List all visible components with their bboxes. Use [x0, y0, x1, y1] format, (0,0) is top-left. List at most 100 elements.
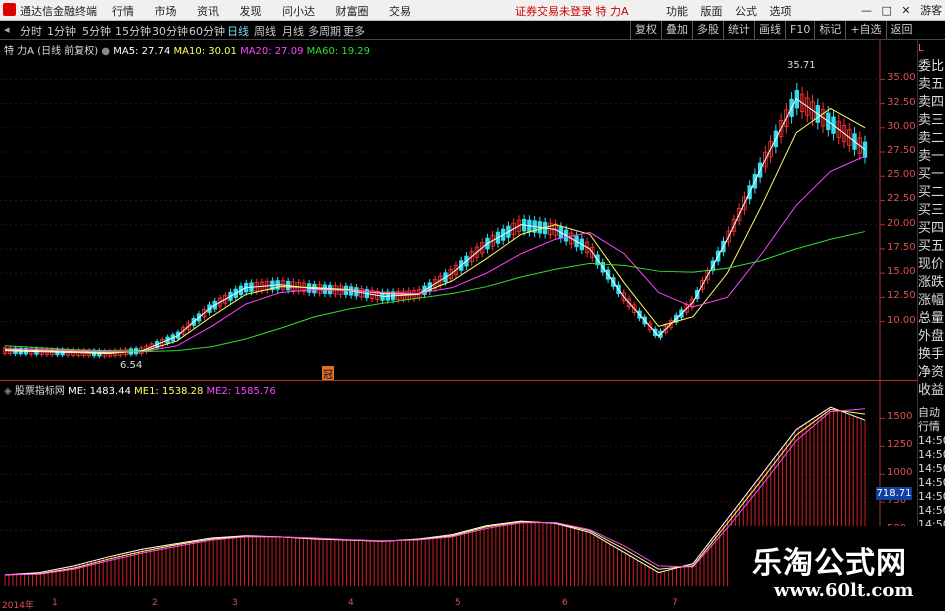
menu-item[interactable]: 公式 [735, 5, 757, 18]
minimize-button[interactable]: — [861, 4, 872, 17]
tick-time-label: 14:50 [918, 504, 945, 517]
quote-field-label[interactable]: 买五 [918, 238, 945, 256]
back-button[interactable]: 返回 [885, 21, 917, 39]
overlay-button[interactable]: 叠加 [661, 21, 692, 39]
guest-user[interactable]: 游客 [920, 4, 942, 17]
price-tick-label: 30.00 [887, 120, 916, 132]
period-tab-bar: ◂ 分时 1分钟 5分钟 15分钟 30分钟 60分钟 日线 周线 月线 多周期… [0, 21, 945, 40]
menu-item[interactable]: 市场 [155, 5, 177, 18]
quote-field-label[interactable]: 换手 [918, 346, 945, 364]
candles [2, 83, 868, 359]
app-logo-icon [3, 3, 16, 16]
quote-field-label[interactable]: 收益 [918, 382, 945, 400]
tick-time-label: 14:50 [918, 448, 945, 461]
menu-item[interactable]: 版面 [701, 5, 723, 18]
quote-field-label[interactable]: 外盘 [918, 328, 945, 346]
date-tick: 5 [455, 598, 461, 608]
quote-field-label[interactable]: 买三 [918, 202, 945, 220]
price-tick-label: 27.50 [887, 145, 916, 157]
price-tick-label: 22.50 [887, 193, 916, 205]
menu-item[interactable]: 资讯 [197, 5, 219, 18]
menu-item[interactable]: 发现 [240, 5, 262, 18]
tick-time-label: 自动 [918, 406, 940, 419]
watermark-url: www.60lt.com [774, 580, 914, 601]
quote-field-label[interactable]: 涨幅 [918, 292, 945, 310]
window-buttons: — □ ✕ 游客 [861, 2, 942, 18]
quote-field-label[interactable]: 买四 [918, 220, 945, 238]
event-marker[interactable]: 冠 [322, 366, 334, 381]
tab-30min[interactable]: 30分钟 [152, 23, 188, 39]
draw-line-button[interactable]: 画线 [754, 21, 785, 39]
menu-item[interactable]: 财富圈 [336, 5, 369, 18]
quote-field-label[interactable]: 总量 [918, 310, 945, 328]
tab-fenshi[interactable]: 分时 [20, 23, 42, 39]
menu-item[interactable]: 交易 [389, 5, 411, 18]
ma-line-ma20 [4, 155, 866, 353]
app-name: 通达信金融终端 [20, 5, 97, 18]
menu-item[interactable]: 功能 [666, 5, 688, 18]
quote-field-label[interactable]: 委比 [918, 58, 945, 76]
price-tick-label: 32.50 [887, 96, 916, 108]
indicator-tick-label: 1250 [887, 439, 913, 451]
add-favorite-button[interactable]: +自选 [845, 21, 885, 39]
quote-side-panel: L 委比 卖五 卖四 卖三 卖二 卖一 买一 买二 买三 买四 买五 现价 涨跌 涨幅 总量 外盘 换手 净资 收益… [917, 40, 945, 609]
menu-item[interactable]: 选项 [770, 5, 792, 18]
quote-field-label[interactable]: 现价 [918, 256, 945, 274]
quote-field-label[interactable]: 净资 [918, 364, 945, 382]
quote-field-label[interactable]: 买一 [918, 166, 945, 184]
price-tick-label: 35.00 [887, 72, 916, 84]
title-bar: 通达信金融终端 行情 市场 资讯 发现 问小达 财富圈 交易 证券交易未登录 特… [0, 0, 945, 21]
date-tick: 1 [52, 598, 58, 608]
tab-monthly[interactable]: 月线 [282, 23, 304, 39]
quote-field-label[interactable]: 卖一 [918, 148, 945, 166]
quote-field-label[interactable]: 买二 [918, 184, 945, 202]
f10-button[interactable]: F10 [785, 21, 814, 39]
quote-field-label[interactable]: 卖二 [918, 130, 945, 148]
mark-button[interactable]: 标记 [814, 21, 845, 39]
date-tick: 4 [348, 598, 354, 608]
date-tick: 6 [562, 598, 568, 608]
quote-field-label[interactable]: 卖三 [918, 112, 945, 130]
quote-field-label[interactable]: 卖五 [918, 76, 945, 94]
tab-weekly[interactable]: 周线 [254, 23, 276, 39]
date-tick: 2 [152, 598, 158, 608]
date-tick: 2014年 [2, 601, 34, 611]
sub-grid [0, 417, 885, 531]
indicator-tick-label: 1500 [887, 411, 913, 423]
close-button[interactable]: ✕ [901, 4, 910, 17]
left-arrow-icon[interactable]: ◂ [4, 23, 10, 36]
window-title: 证券交易未登录 特 力A [515, 5, 629, 18]
tab-more[interactable]: 更多 [343, 23, 365, 39]
current-value-box: 718.71 [876, 487, 912, 500]
stats-button[interactable]: 统计 [723, 21, 754, 39]
tab-60min[interactable]: 60分钟 [189, 23, 225, 39]
date-tick: 7 [672, 598, 678, 608]
low-price-annotation: 6.54 [120, 360, 143, 371]
price-tick-label: 10.00 [887, 314, 916, 326]
quote-field-label[interactable]: 卖四 [918, 94, 945, 112]
tick-time-label: 14:50 [918, 434, 945, 447]
menu-item[interactable]: 行情 [112, 5, 134, 18]
price-tick-label: 17.50 [887, 241, 916, 253]
high-price-annotation: 35.71 [787, 60, 816, 71]
tab-15min[interactable]: 15分钟 [115, 23, 151, 39]
multi-stock-button[interactable]: 多股 [692, 21, 723, 39]
tab-5min[interactable]: 5分钟 [82, 23, 111, 39]
price-tick-label: 15.00 [887, 266, 916, 278]
menu-item[interactable]: 问小达 [282, 5, 315, 18]
tab-multi-period[interactable]: 多周期 [308, 23, 341, 39]
maximize-button[interactable]: □ [882, 4, 892, 17]
tick-time-label: 14:50 [918, 476, 945, 489]
quote-field-label[interactable]: 涨跌 [918, 274, 945, 292]
date-tick: 3 [232, 598, 238, 608]
side-panel-top: L [918, 43, 924, 54]
right-menu: 功能 版面 公式 选项 [666, 3, 801, 19]
tick-time-label: 14:50 [918, 462, 945, 475]
tick-time-label: 14:50 [918, 490, 945, 503]
main-menu: 行情 市场 资讯 发现 问小达 财富圈 交易 [112, 3, 428, 19]
tab-daily[interactable]: 日线 [227, 23, 249, 39]
price-tick-label: 20.00 [887, 217, 916, 229]
fuquan-button[interactable]: 复权 [630, 21, 661, 39]
kline-chart[interactable] [0, 40, 917, 380]
tab-1min[interactable]: 1分钟 [47, 23, 76, 39]
